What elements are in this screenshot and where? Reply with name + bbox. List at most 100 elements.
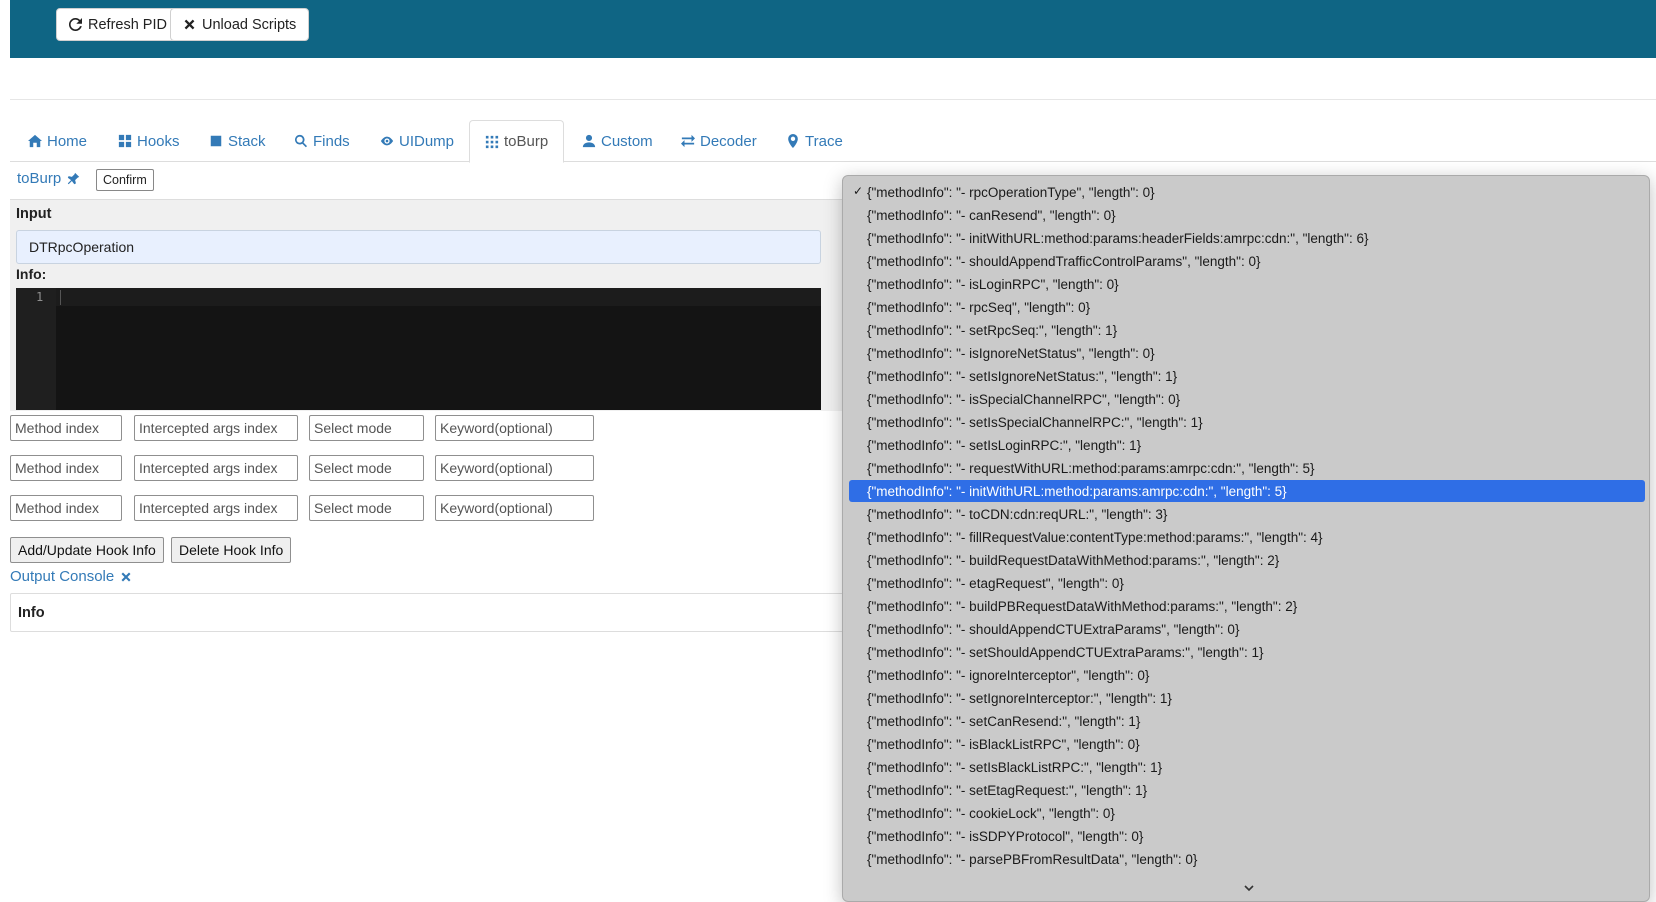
dropdown-option[interactable]: {"methodInfo": "- canResend", "length": … bbox=[849, 204, 1645, 226]
grid-icon bbox=[118, 134, 132, 148]
keyword-placeholder: Keyword(optional) bbox=[440, 500, 553, 516]
tab-decoder-label: Decoder bbox=[700, 132, 757, 150]
dropdown-option[interactable]: {"methodInfo": "- toCDN:cdn:reqURL:", "l… bbox=[849, 503, 1645, 525]
input-label: Input bbox=[16, 206, 52, 222]
dropdown-option[interactable]: {"methodInfo": "- fillRequestValue:conte… bbox=[849, 526, 1645, 548]
dropdown-option[interactable]: {"methodInfo": "- cookieLock", "length":… bbox=[849, 802, 1645, 824]
unload-scripts-button[interactable]: Unload Scripts bbox=[170, 8, 310, 41]
editor-active-line bbox=[56, 288, 821, 306]
method-index-placeholder: Method index bbox=[15, 500, 100, 516]
dropdown-option-label: {"methodInfo": "- rpcOperationType", "le… bbox=[867, 184, 1155, 200]
dropdown-option[interactable]: {"methodInfo": "- shouldAppendCTUExtraPa… bbox=[849, 618, 1645, 640]
refresh-pid-button[interactable]: Refresh PID bbox=[56, 8, 180, 41]
dropdown-option[interactable]: {"methodInfo": "- initWithURL:method:par… bbox=[849, 227, 1645, 249]
dropdown-option-label: {"methodInfo": "- setIsIgnoreNetStatus:"… bbox=[867, 368, 1178, 384]
tab-uidump-label: UIDump bbox=[399, 132, 455, 150]
close-icon bbox=[184, 19, 195, 30]
tab-hooks[interactable]: Hooks bbox=[114, 120, 184, 162]
tab-toburp[interactable]: toBurp bbox=[469, 120, 565, 163]
intercepted-args-index-input[interactable]: Intercepted args index bbox=[134, 455, 298, 481]
dropdown-option[interactable]: ✓ {"methodInfo": "- rpcOperationType", "l… bbox=[849, 181, 1645, 203]
info-label: Info: bbox=[16, 266, 47, 282]
keyword-placeholder: Keyword(optional) bbox=[440, 460, 553, 476]
confirm-button[interactable]: Confirm bbox=[96, 169, 154, 191]
tab-uidump[interactable]: UIDump bbox=[376, 120, 458, 162]
dropdown-option[interactable]: {"methodInfo": "- isIgnoreNetStatus", "l… bbox=[849, 342, 1645, 364]
dropdown-option[interactable]: {"methodInfo": "- ignoreInterceptor", "l… bbox=[849, 664, 1645, 686]
dropdown-option-label: {"methodInfo": "- setRpcSeq:", "length":… bbox=[867, 322, 1118, 338]
dropdown-option-label: {"methodInfo": "- setIsLoginRPC:", "leng… bbox=[867, 437, 1142, 453]
tab-toburp-label: toBurp bbox=[504, 133, 549, 150]
dropdown-option[interactable]: {"methodInfo": "- setRpcSeq:", "length":… bbox=[849, 319, 1645, 341]
dropdown-option-label: {"methodInfo": "- isBlackListRPC", "leng… bbox=[867, 736, 1140, 752]
tab-stack[interactable]: Stack bbox=[205, 120, 270, 162]
dropdown-option[interactable]: {"methodInfo": "- isSDPYProtocol", "leng… bbox=[849, 825, 1645, 847]
intercepted-args-index-input[interactable]: Intercepted args index bbox=[134, 415, 298, 441]
dropdown-option[interactable]: {"methodInfo": "- initWithURL:method:par… bbox=[849, 480, 1645, 502]
refresh-pid-label: Refresh PID bbox=[88, 16, 167, 33]
select-mode-input[interactable]: Select mode bbox=[309, 495, 424, 521]
keyword-input[interactable]: Keyword(optional) bbox=[435, 455, 594, 481]
dropdown-option[interactable]: {"methodInfo": "- setIsBlackListRPC:", "… bbox=[849, 756, 1645, 778]
tab-trace[interactable]: Trace bbox=[782, 120, 847, 162]
dropdown-option-label: {"methodInfo": "- isLoginRPC", "length":… bbox=[867, 276, 1119, 292]
dropdown-option[interactable]: {"methodInfo": "- rpcSeq", "length": 0} bbox=[849, 296, 1645, 318]
method-select-dropdown[interactable]: ✓ {"methodInfo": "- rpcOperationType", "l… bbox=[842, 175, 1650, 902]
output-info-box bbox=[10, 593, 846, 632]
dropdown-option[interactable]: {"methodInfo": "- isLoginRPC", "length":… bbox=[849, 273, 1645, 295]
dropdown-option-label: {"methodInfo": "- buildPBRequestDataWith… bbox=[867, 598, 1298, 614]
dropdown-option-label: {"methodInfo": "- shouldAppendTrafficCon… bbox=[867, 253, 1261, 269]
class-name-value: DTRpcOperation bbox=[29, 239, 135, 255]
keyword-input[interactable]: Keyword(optional) bbox=[435, 495, 594, 521]
scroll-down-arrow-icon[interactable] bbox=[1243, 882, 1255, 894]
dropdown-option-label: {"methodInfo": "- fillRequestValue:conte… bbox=[867, 529, 1323, 545]
dropdown-option[interactable]: {"methodInfo": "- isBlackListRPC", "leng… bbox=[849, 733, 1645, 755]
toburp-link[interactable]: toBurp bbox=[17, 170, 80, 187]
dropdown-option[interactable]: {"methodInfo": "- setIsLoginRPC:", "leng… bbox=[849, 434, 1645, 456]
class-name-input[interactable]: DTRpcOperation bbox=[16, 230, 821, 264]
dropdown-option-label: {"methodInfo": "- buildRequestDataWithMe… bbox=[867, 552, 1280, 568]
dropdown-option[interactable]: {"methodInfo": "- parsePBFromResultData"… bbox=[849, 848, 1645, 870]
select-mode-input[interactable]: Select mode bbox=[309, 455, 424, 481]
dropdown-option[interactable]: {"methodInfo": "- shouldAppendTrafficCon… bbox=[849, 250, 1645, 272]
delete-hook-button[interactable]: Delete Hook Info bbox=[171, 537, 292, 563]
dropdown-option-label: {"methodInfo": "- setEtagRequest:", "len… bbox=[867, 782, 1148, 798]
dropdown-option[interactable]: {"methodInfo": "- setEtagRequest:", "len… bbox=[849, 779, 1645, 801]
args-index-placeholder: Intercepted args index bbox=[139, 500, 278, 516]
add-update-hook-button[interactable]: Add/Update Hook Info bbox=[10, 537, 164, 563]
tab-decoder[interactable]: Decoder bbox=[677, 120, 761, 162]
dropdown-option-label: {"methodInfo": "- isSpecialChannelRPC", … bbox=[867, 391, 1181, 407]
method-index-input[interactable]: Method index bbox=[10, 415, 122, 441]
tab-home[interactable]: Home bbox=[24, 120, 91, 162]
dropdown-option[interactable]: {"methodInfo": "- setShouldAppendCTUExtr… bbox=[849, 641, 1645, 663]
tab-custom-label: Custom bbox=[601, 132, 653, 150]
info-code-editor[interactable]: 1 bbox=[16, 288, 821, 410]
dropdown-option-label: {"methodInfo": "- setIsSpecialChannelRPC… bbox=[867, 414, 1203, 430]
delete-label: Delete Hook Info bbox=[179, 542, 284, 558]
intercepted-args-index-input[interactable]: Intercepted args index bbox=[134, 495, 298, 521]
method-index-input[interactable]: Method index bbox=[10, 455, 122, 481]
tab-custom[interactable]: Custom bbox=[578, 120, 657, 162]
args-index-placeholder: Intercepted args index bbox=[139, 460, 278, 476]
dropdown-option[interactable]: {"methodInfo": "- setIsIgnoreNetStatus:"… bbox=[849, 365, 1645, 387]
dropdown-option[interactable]: {"methodInfo": "- setIgnoreInterceptor:"… bbox=[849, 687, 1645, 709]
dropdown-option[interactable]: {"methodInfo": "- isSpecialChannelRPC", … bbox=[849, 388, 1645, 410]
select-mode-placeholder: Select mode bbox=[314, 460, 392, 476]
tab-finds[interactable]: Finds bbox=[290, 120, 354, 162]
keyword-input[interactable]: Keyword(optional) bbox=[435, 415, 594, 441]
dropdown-option[interactable]: {"methodInfo": "- setIsSpecialChannelRPC… bbox=[849, 411, 1645, 433]
top-toolbar: Refresh PID Unload Scripts bbox=[10, 0, 1656, 58]
dropdown-option[interactable]: {"methodInfo": "- setCanResend:", "lengt… bbox=[849, 710, 1645, 732]
dropdown-option[interactable]: {"methodInfo": "- requestWithURL:method:… bbox=[849, 457, 1645, 479]
method-index-input[interactable]: Method index bbox=[10, 495, 122, 521]
home-icon bbox=[28, 134, 42, 148]
dropdown-option[interactable]: {"methodInfo": "- buildPBRequestDataWith… bbox=[849, 595, 1645, 617]
output-console-link[interactable]: Output Console bbox=[10, 568, 132, 585]
tab-hooks-label: Hooks bbox=[137, 132, 180, 150]
dropdown-option[interactable]: {"methodInfo": "- etagRequest", "length"… bbox=[849, 572, 1645, 594]
select-mode-input[interactable]: Select mode bbox=[309, 415, 424, 441]
dropdown-option-label: {"methodInfo": "- shouldAppendCTUExtraPa… bbox=[867, 621, 1240, 637]
dropdown-option[interactable]: {"methodInfo": "- buildRequestDataWithMe… bbox=[849, 549, 1645, 571]
keyword-placeholder: Keyword(optional) bbox=[440, 420, 553, 436]
close-icon[interactable] bbox=[120, 571, 132, 583]
